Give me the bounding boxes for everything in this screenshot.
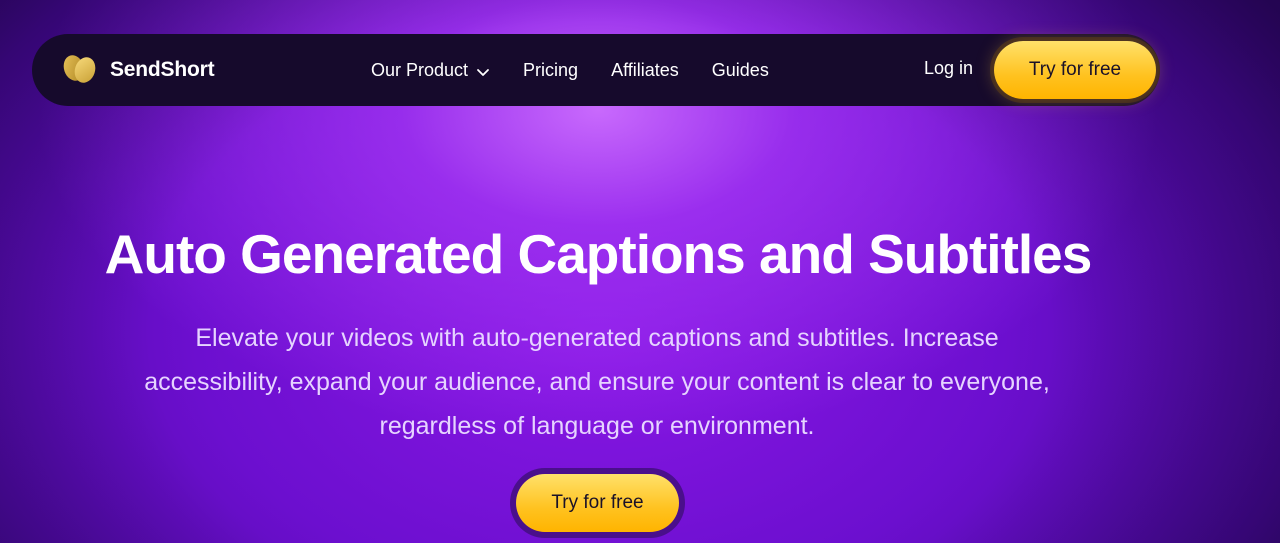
page-title: Auto Generated Captions and Subtitles [104, 223, 1093, 285]
hero-subtitle: Elevate your videos with auto-generated … [100, 316, 1094, 448]
heart-logo-icon [62, 54, 98, 86]
chevron-down-icon [476, 63, 490, 77]
nav-item-our-product[interactable]: Our Product [371, 60, 490, 81]
login-link[interactable]: Log in [924, 58, 973, 79]
hero-subtitle-line: accessibility, expand your audience, and… [144, 368, 1050, 396]
hero-try-for-free-button[interactable]: Try for free [516, 474, 679, 532]
nav-item-pricing[interactable]: Pricing [523, 60, 578, 81]
try-for-free-button[interactable]: Try for free [994, 41, 1156, 99]
brand-name: SendShort [110, 58, 215, 81]
main-menu: Our Product Pricing Affiliates Guides [371, 34, 802, 106]
top-navigation-bar: SendShort Our Product Pricing Affiliates… [32, 34, 1160, 106]
hero-subtitle-line: Elevate your videos with auto-generated … [195, 324, 999, 352]
hero-subtitle-line: regardless of language or environment. [379, 412, 815, 440]
nav-item-label: Our Product [371, 59, 469, 80]
nav-item-affiliates[interactable]: Affiliates [611, 60, 679, 81]
brand[interactable]: SendShort [62, 54, 215, 86]
nav-item-guides[interactable]: Guides [712, 60, 769, 81]
